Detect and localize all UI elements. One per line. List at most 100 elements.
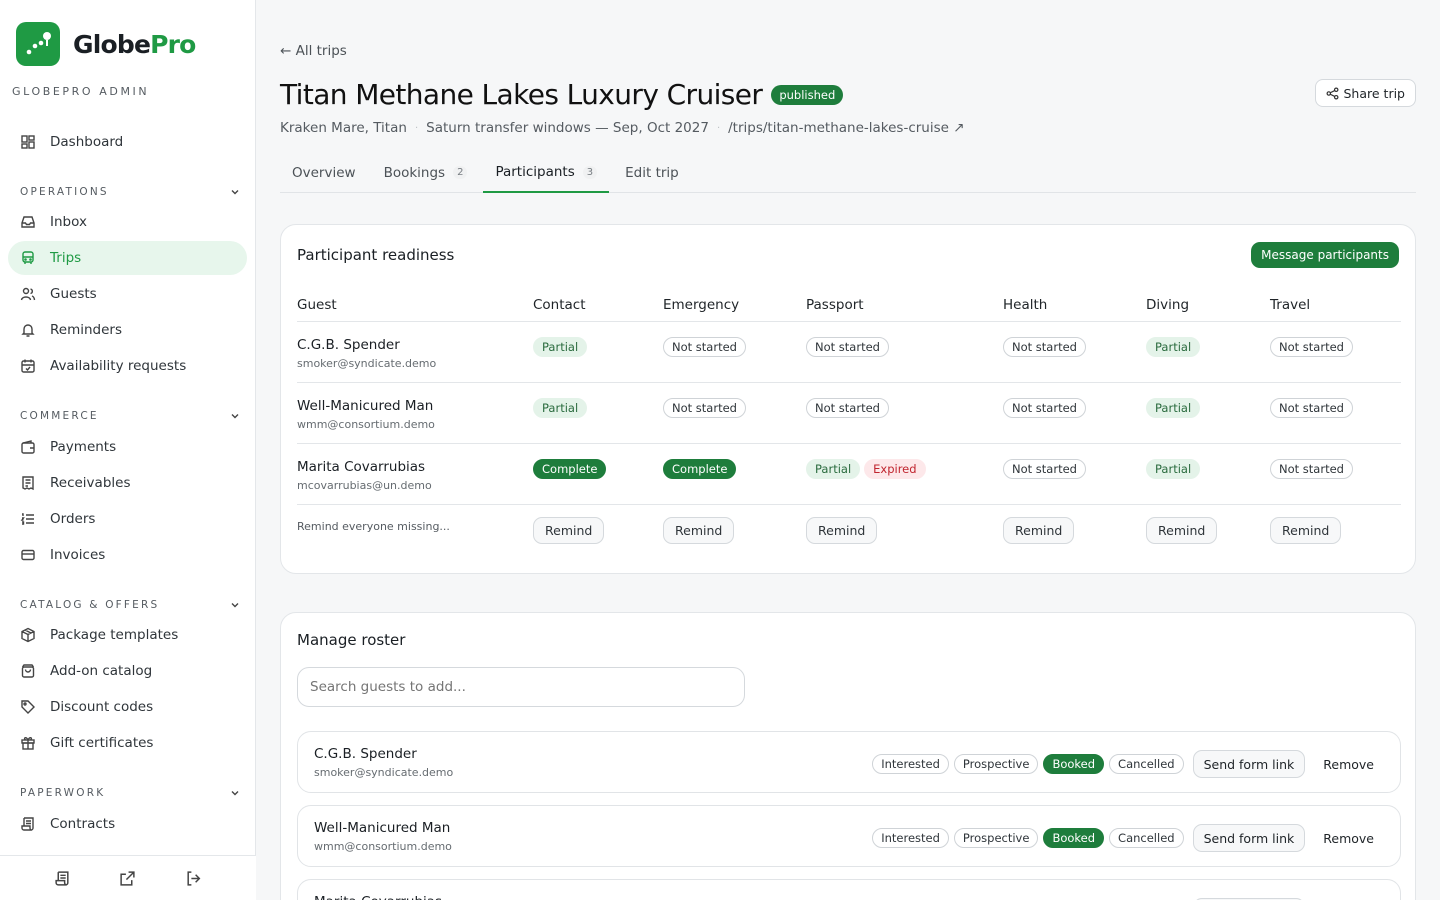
readiness-cell: Partial — [1146, 382, 1270, 444]
sidebar-item-inbox[interactable]: Inbox — [8, 205, 247, 239]
send-form-link-button[interactable]: Send form link — [1192, 824, 1306, 852]
roster-guest: Well-Manicured Man wmm@consortium.demo — [314, 820, 452, 853]
roster-row: Well-Manicured Man wmm@consortium.demo Int… — [297, 805, 1401, 867]
tab-edit-trip[interactable]: Edit trip — [613, 153, 691, 192]
sidebar-item-label: Orders — [50, 511, 96, 527]
guest-name: Marita Covarrubias — [297, 458, 426, 475]
roster-actions: InterestedProspectiveBookedCancelled Send… — [872, 750, 1386, 778]
section-paperwork[interactable]: PAPERWORK — [20, 787, 240, 799]
remind-button[interactable]: Remind — [1270, 516, 1342, 544]
contracts-icon[interactable] — [54, 870, 71, 887]
brand-logo[interactable]: GlobePro — [16, 22, 196, 66]
status-option-interested[interactable]: Interested — [872, 754, 949, 774]
section-title: CATALOG & OFFERS — [20, 599, 160, 611]
readiness-cell: Partial — [533, 382, 663, 444]
guest-email: smoker@syndicate.demo — [297, 356, 437, 370]
status-pill: Complete — [533, 458, 607, 479]
search-guests-input[interactable] — [297, 667, 745, 707]
trip-location: Kraken Mare, Titan — [280, 120, 407, 136]
tab-bookings[interactable]: Bookings 2 — [372, 153, 480, 192]
sidebar-item-receivables[interactable]: Receivables — [8, 466, 247, 500]
remind-button[interactable]: Remind — [1146, 516, 1218, 544]
readiness-cell: Complete — [663, 443, 806, 505]
roster-actions: InterestedProspectiveBookedCancelled Send… — [872, 824, 1386, 852]
column-header: Health — [1003, 289, 1146, 322]
sidebar-item-discount-codes[interactable]: Discount codes — [8, 690, 247, 724]
readiness-table: Guest Contact Emergency Passport Health Divin… — [297, 289, 1401, 565]
status-option-cancelled[interactable]: Cancelled — [1109, 754, 1184, 774]
message-participants-button[interactable]: Message participants — [1251, 242, 1399, 268]
sidebar-item-payments[interactable]: Payments — [8, 430, 247, 464]
status-pill: Not started — [663, 397, 746, 418]
sidebar-item-invoices[interactable]: Invoices — [8, 538, 247, 572]
guest-cell: C.G.B. Spender smoker@syndicate.demo — [297, 321, 533, 383]
status-pill: Partial — [533, 336, 588, 357]
sidebar-item-contracts[interactable]: Contracts — [8, 807, 247, 841]
status-pill: Not started — [1270, 397, 1353, 418]
tab-overview[interactable]: Overview — [280, 153, 368, 192]
status-option-booked[interactable]: Booked — [1043, 754, 1105, 774]
status-pill: Not started — [1003, 397, 1086, 418]
sidebar-item-trips[interactable]: Trips — [8, 241, 247, 275]
tab-participants[interactable]: Participants 3 — [483, 153, 610, 193]
sidebar-item-guests[interactable]: Guests — [8, 277, 247, 311]
status-pill: Partial — [533, 397, 588, 418]
status-option-interested[interactable]: Interested — [872, 828, 949, 848]
section-operations[interactable]: OPERATIONS — [20, 186, 240, 198]
sidebar: GlobePro GLOBEPRO ADMIN Dashboard OPERAT… — [0, 0, 256, 900]
status-option-prospective[interactable]: Prospective — [953, 828, 1039, 848]
share-trip-button[interactable]: Share trip — [1314, 79, 1416, 107]
guest-name: Well-Manicured Man — [314, 820, 451, 836]
remind-button[interactable]: Remind — [663, 516, 735, 544]
guest-name: Marita Covarrubias — [314, 894, 442, 900]
readiness-cell: Not started — [663, 382, 806, 444]
readiness-cell: Not started — [1003, 321, 1146, 383]
trip-path-link[interactable]: /trips/titan-methane-lakes-cruise ↗ — [728, 120, 964, 136]
sidebar-item-availability-requests[interactable]: Availability requests — [8, 349, 247, 383]
sidebar-item-reminders[interactable]: Reminders — [8, 313, 247, 347]
admin-label: GLOBEPRO ADMIN — [12, 85, 150, 98]
separator-dot: · — [716, 122, 721, 134]
remind-button[interactable]: Remind — [533, 516, 605, 544]
status-pill: Not started — [806, 397, 889, 418]
sidebar-item-add-on-catalog[interactable]: Add-on catalog — [8, 654, 247, 688]
guest-email: mcovarrubias@un.demo — [297, 478, 432, 492]
sidebar-item-label: Gift certificates — [50, 735, 154, 751]
chevron-down-icon — [231, 190, 239, 195]
sidebar-item-gift-certificates[interactable]: Gift certificates — [8, 726, 247, 760]
status-option-cancelled[interactable]: Cancelled — [1109, 828, 1184, 848]
sidebar-item-package-templates[interactable]: Package templates — [8, 618, 247, 652]
list-ordered-icon — [20, 513, 34, 525]
column-header: Travel — [1270, 289, 1401, 322]
chevron-down-icon — [231, 414, 239, 419]
dashboard-icon — [21, 135, 35, 149]
status-option-prospective[interactable]: Prospective — [953, 754, 1039, 774]
sidebar-item-label: Discount codes — [50, 699, 154, 715]
section-commerce[interactable]: COMMERCE — [20, 410, 240, 422]
status-option-booked[interactable]: Booked — [1043, 828, 1105, 848]
trip-header: Titan Methane Lakes Luxury Cruiser publi… — [280, 78, 844, 111]
sidebar-item-label: Contracts — [50, 816, 116, 832]
back-to-all-trips-link[interactable]: ← All trips — [280, 43, 347, 59]
remove-button[interactable]: Remove — [1311, 831, 1386, 846]
guest-email: wmm@consortium.demo — [297, 417, 435, 431]
remind-button[interactable]: Remind — [806, 516, 878, 544]
wallet-icon — [21, 440, 35, 454]
section-catalog-offers[interactable]: CATALOG & OFFERS — [20, 599, 240, 611]
sidebar-item-orders[interactable]: Orders — [8, 502, 247, 536]
send-form-link-button[interactable]: Send form link — [1192, 750, 1306, 778]
logout-icon[interactable] — [185, 870, 202, 887]
calendar-icon — [21, 359, 35, 373]
receipt-icon — [22, 476, 34, 491]
remove-button[interactable]: Remove — [1311, 757, 1386, 772]
section-title: COMMERCE — [20, 410, 99, 422]
external-link-icon[interactable] — [119, 870, 136, 887]
remind-button[interactable]: Remind — [1003, 516, 1075, 544]
readiness-cell: Not started — [806, 321, 1003, 383]
sidebar-item-label: Inbox — [50, 214, 87, 230]
sidebar-item-dashboard[interactable]: Dashboard — [8, 125, 247, 159]
bell-icon — [21, 324, 35, 337]
remind-cell: Remind — [533, 504, 663, 565]
status-pill: Not started — [1003, 336, 1086, 357]
table-row: Marita Covarrubias mcovarrubias@un.demo Co… — [297, 443, 1401, 505]
